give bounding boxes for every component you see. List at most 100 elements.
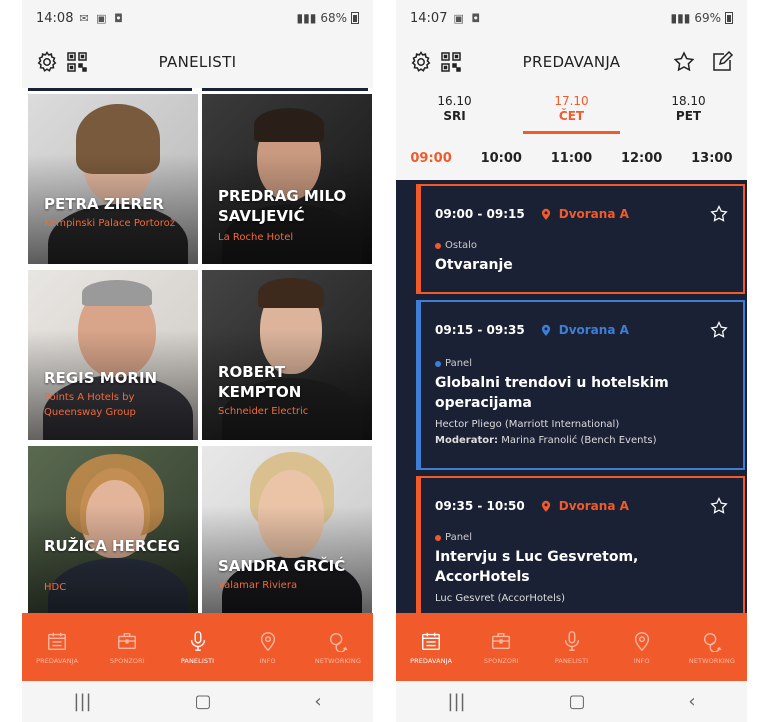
status-time: 14:07 bbox=[410, 10, 448, 26]
microphone-icon bbox=[190, 630, 205, 651]
panelist-name: REGIS MORIN bbox=[44, 369, 158, 387]
notification-icons: ▣ ◘ bbox=[453, 11, 483, 25]
grid-top-divider bbox=[28, 88, 192, 91]
nav-item-info[interactable]: INFO bbox=[233, 613, 303, 681]
favorite-star-icon[interactable] bbox=[709, 320, 729, 340]
location-pin-icon bbox=[634, 631, 649, 651]
panelist-company: HDC bbox=[44, 582, 67, 593]
session-card[interactable]: 09:00 - 09:15 Dvorana A Ostalo Otvaranje bbox=[416, 184, 745, 294]
nav-item-predavanja[interactable]: PREDAVANJA bbox=[22, 613, 92, 681]
panelist-card[interactable]: REGIS MORIN Points A Hotels by Queensway… bbox=[28, 270, 198, 440]
home-icon[interactable]: ▢ bbox=[568, 691, 585, 712]
settings-gear-icon[interactable] bbox=[406, 47, 436, 77]
session-time: 09:00 - 09:15 bbox=[435, 207, 525, 221]
session-category: Panel bbox=[445, 532, 472, 543]
app-header: PREDAVANJA bbox=[396, 36, 747, 88]
session-category: Ostalo bbox=[445, 240, 478, 251]
app-header: PANELISTI bbox=[22, 36, 373, 88]
hour-selector: 09:00 10:00 11:00 12:00 13:00 bbox=[396, 136, 747, 180]
tab-day[interactable]: 16.10 SRI bbox=[396, 88, 513, 136]
settings-gear-icon[interactable] bbox=[32, 47, 62, 77]
panelist-company: Valamar Riviera bbox=[218, 580, 298, 591]
panelist-card[interactable]: PETRA ZIERER Kempinski Palace Portorož bbox=[28, 94, 198, 264]
edit-icon[interactable] bbox=[707, 47, 737, 77]
recents-icon[interactable]: ||| bbox=[73, 691, 91, 712]
moderator-label: Moderator: bbox=[435, 435, 499, 446]
nav-item-panelisti[interactable]: PANELISTI bbox=[536, 613, 606, 681]
hour-tab[interactable]: 12:00 bbox=[621, 151, 662, 166]
session-card[interactable]: 09:35 - 10:50 Dvorana A Panel Intervju s… bbox=[416, 476, 745, 613]
nav-item-predavanja[interactable]: PREDAVANJA bbox=[396, 613, 466, 681]
panelist-company: Kempinski Palace Portorož bbox=[44, 218, 176, 229]
session-moderator: Marina Franolić (Bench Events) bbox=[501, 435, 657, 446]
category-dot bbox=[435, 534, 441, 541]
hour-tab[interactable]: 09:00 bbox=[410, 151, 451, 166]
session-title: Globalni trendovi u hotelskim operacijam… bbox=[435, 375, 669, 411]
panelist-company: Points A Hotels by Queensway Group bbox=[44, 392, 136, 418]
day-tabs: 16.10 SRI 17.10 ČET 18.10 PET bbox=[396, 88, 747, 136]
left-phone-screen: 14:08 ✉ ▣ ◘ ▮▮▮ 68% PANELISTI PETRA ZIER… bbox=[22, 0, 373, 722]
location-pin-icon bbox=[541, 500, 550, 512]
tab-day[interactable]: 17.10 ČET bbox=[513, 88, 630, 136]
chat-bubbles-icon bbox=[703, 632, 722, 652]
panelist-company: La Roche Hotel bbox=[218, 232, 294, 243]
panelist-name: PETRA ZIERER bbox=[44, 195, 164, 213]
battery-percent: 68% bbox=[320, 11, 347, 25]
panelist-name: SANDRA GRČIĆ bbox=[218, 557, 346, 575]
panelist-card[interactable]: PREDRAG MILO SAVLJEVIĆ La Roche Hotel bbox=[202, 94, 372, 264]
panelist-name: ROBERT KEMPTON bbox=[218, 363, 302, 401]
session-category: Panel bbox=[445, 358, 472, 369]
status-bar: 14:08 ✉ ▣ ◘ ▮▮▮ 68% bbox=[22, 0, 373, 36]
back-icon[interactable]: ‹ bbox=[688, 691, 695, 712]
calendar-icon bbox=[48, 632, 67, 650]
category-dot bbox=[435, 360, 441, 367]
battery-icon bbox=[351, 12, 359, 24]
nav-item-networking[interactable]: NETWORKING bbox=[303, 613, 373, 681]
back-icon[interactable]: ‹ bbox=[314, 691, 321, 712]
panelist-card[interactable]: RUŽICA HERCEG HDC bbox=[28, 446, 198, 613]
nav-item-info[interactable]: INFO bbox=[607, 613, 677, 681]
nav-item-panelisti[interactable]: PANELISTI bbox=[162, 613, 232, 681]
hour-tab[interactable]: 11:00 bbox=[551, 151, 592, 166]
qr-code-icon[interactable] bbox=[436, 47, 466, 77]
qr-code-icon[interactable] bbox=[62, 47, 92, 77]
battery-percent: 69% bbox=[694, 11, 721, 25]
signal-icon: ▮▮▮ bbox=[670, 11, 691, 25]
panelist-grid: PETRA ZIERER Kempinski Palace Portorož P… bbox=[22, 88, 373, 613]
nav-item-networking[interactable]: NETWORKING bbox=[677, 613, 747, 681]
favorite-star-icon[interactable] bbox=[709, 204, 729, 224]
right-phone-screen: 14:07 ▣ ◘ ▮▮▮ 69% PREDAVANJA 16.10 SRI 17… bbox=[396, 0, 747, 722]
system-navigation-bar: ||| ▢ ‹ bbox=[396, 681, 747, 722]
system-navigation-bar: ||| ▢ ‹ bbox=[22, 681, 373, 722]
panelist-name: PREDRAG MILO SAVLJEVIĆ bbox=[218, 187, 347, 225]
status-bar: 14:07 ▣ ◘ ▮▮▮ 69% bbox=[396, 0, 747, 36]
status-time: 14:08 bbox=[36, 10, 74, 26]
location-pin-icon bbox=[260, 631, 275, 651]
nav-item-sponzori[interactable]: SPONZORI bbox=[466, 613, 536, 681]
session-list: 09:00 - 09:15 Dvorana A Ostalo Otvaranje… bbox=[396, 180, 747, 613]
tab-day[interactable]: 18.10 PET bbox=[630, 88, 747, 136]
signal-icon: ▮▮▮ bbox=[296, 11, 317, 25]
grid-top-divider bbox=[202, 88, 368, 91]
category-dot bbox=[435, 242, 441, 249]
session-time: 09:15 - 09:35 bbox=[435, 323, 525, 337]
hour-tab[interactable]: 13:00 bbox=[691, 151, 732, 166]
favorite-star-icon[interactable] bbox=[709, 496, 729, 516]
microphone-icon bbox=[564, 630, 579, 651]
battery-icon bbox=[725, 12, 733, 24]
session-hall: Dvorana A bbox=[558, 207, 629, 221]
home-icon[interactable]: ▢ bbox=[194, 691, 211, 712]
nav-item-sponzori[interactable]: SPONZORI bbox=[92, 613, 162, 681]
panelist-company: Schneider Electric bbox=[218, 406, 309, 417]
briefcase-icon bbox=[118, 632, 137, 649]
panelist-name: RUŽICA HERCEG bbox=[44, 537, 180, 555]
session-title: Otvaranje bbox=[435, 257, 513, 273]
session-hall: Dvorana A bbox=[558, 323, 629, 337]
session-card[interactable]: 09:15 - 09:35 Dvorana A Panel Globalni t… bbox=[416, 300, 745, 470]
panelist-card[interactable]: SANDRA GRČIĆ Valamar Riviera bbox=[202, 446, 372, 613]
hour-tab[interactable]: 10:00 bbox=[481, 151, 522, 166]
chat-bubbles-icon bbox=[329, 632, 348, 652]
panelist-card[interactable]: ROBERT KEMPTON Schneider Electric bbox=[202, 270, 372, 440]
recents-icon[interactable]: ||| bbox=[447, 691, 465, 712]
favorites-star-icon[interactable] bbox=[669, 47, 699, 77]
